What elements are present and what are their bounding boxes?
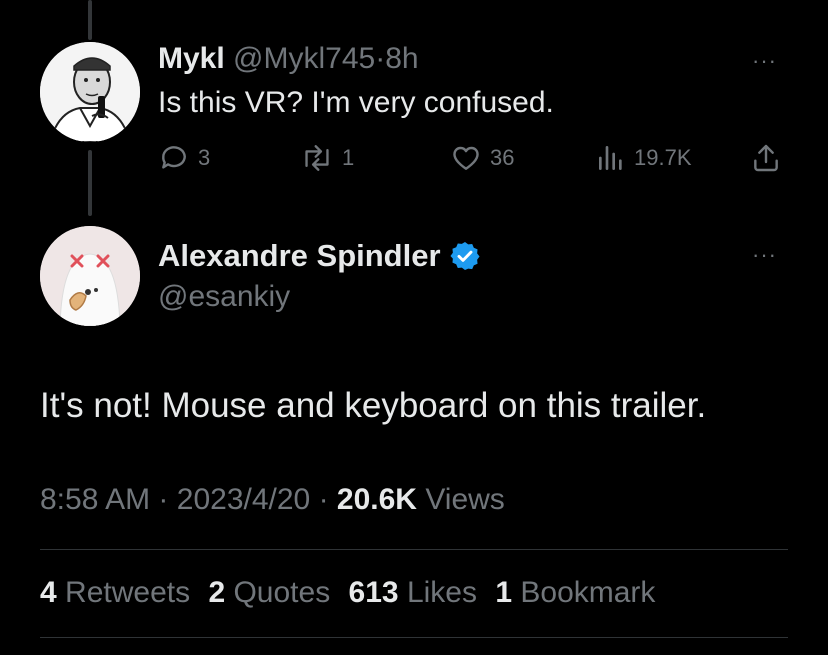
like-count: 36: [490, 145, 515, 170]
like-action[interactable]: 36: [450, 140, 514, 176]
main-author: Alexandre Spindler: [158, 238, 481, 274]
views-action[interactable]: 19.7K: [596, 140, 692, 176]
main-avatar[interactable]: [40, 226, 140, 326]
thread-line-top: [88, 0, 92, 40]
main-handle[interactable]: @esankiy: [158, 280, 290, 314]
quotes-stat-label: Quotes: [233, 576, 331, 609]
share-icon: [754, 144, 778, 172]
divider-top: [40, 549, 788, 550]
reply-more-button[interactable]: ···: [752, 50, 777, 72]
likes-stat-label: Likes: [406, 576, 477, 609]
main-time[interactable]: 8:58 AM: [40, 483, 150, 516]
meta-separator-2: ·: [318, 483, 329, 516]
views-icon: [599, 146, 622, 170]
main-text: It's not! Mouse and keyboard on this tra…: [40, 386, 707, 425]
reply-count: 3: [198, 145, 211, 170]
retweets-stat-label: Retweets: [65, 576, 191, 609]
reply-separator: ·: [375, 42, 386, 75]
main-views-label[interactable]: Views: [425, 483, 504, 516]
bookmarks-stat-label: Bookmark: [520, 576, 656, 609]
reply-header: Mykl @Mykl745·8h: [158, 42, 419, 76]
main-display-name[interactable]: Alexandre Spindler: [158, 238, 441, 274]
reply-icon: [162, 146, 186, 169]
likes-stat-count: 613: [348, 576, 399, 609]
like-icon: [453, 146, 479, 170]
quotes-stat[interactable]: 2 Quotes: [208, 576, 338, 609]
reply-action[interactable]: 3: [158, 140, 210, 176]
main-views-count[interactable]: 20.6K: [337, 483, 417, 516]
quotes-stat-count: 2: [208, 576, 226, 609]
ghost-character-avatar-icon: [40, 226, 140, 326]
retweet-count: 1: [342, 145, 355, 170]
likes-stat[interactable]: 613 Likes: [349, 576, 486, 609]
reply-handle[interactable]: @Mykl745: [233, 42, 375, 75]
main-meta: 8:58 AM · 2023/4/20 · 20.6K Views: [40, 483, 505, 517]
reply-avatar[interactable]: [40, 42, 140, 142]
views-count: 19.7K: [634, 145, 692, 170]
thread-line-middle: [88, 150, 92, 216]
verified-badge-icon[interactable]: [449, 240, 481, 272]
reply-display-name[interactable]: Mykl: [158, 42, 225, 75]
reply-time[interactable]: 8h: [385, 42, 418, 75]
retweet-icon: [305, 145, 329, 171]
main-more-button[interactable]: ···: [752, 244, 777, 266]
engagement-stats: 4 Retweets 2 Quotes 613 Likes 1 Bookmark: [40, 576, 655, 610]
share-action[interactable]: [750, 140, 782, 176]
bookmarks-stat-count: 1: [495, 576, 513, 609]
retweets-stat-count: 4: [40, 576, 57, 609]
meta-separator-1: ·: [158, 483, 169, 516]
retweet-action[interactable]: 1: [300, 140, 354, 176]
retweets-stat[interactable]: 4 Retweets: [40, 576, 198, 609]
main-date[interactable]: 2023/4/20: [177, 483, 310, 516]
divider-bottom: [40, 637, 788, 638]
bookmarks-stat[interactable]: 1 Bookmark: [495, 576, 655, 609]
cartoon-man-avatar-icon: [40, 42, 140, 142]
reply-text: Is this VR? I'm very confused.: [158, 86, 554, 119]
